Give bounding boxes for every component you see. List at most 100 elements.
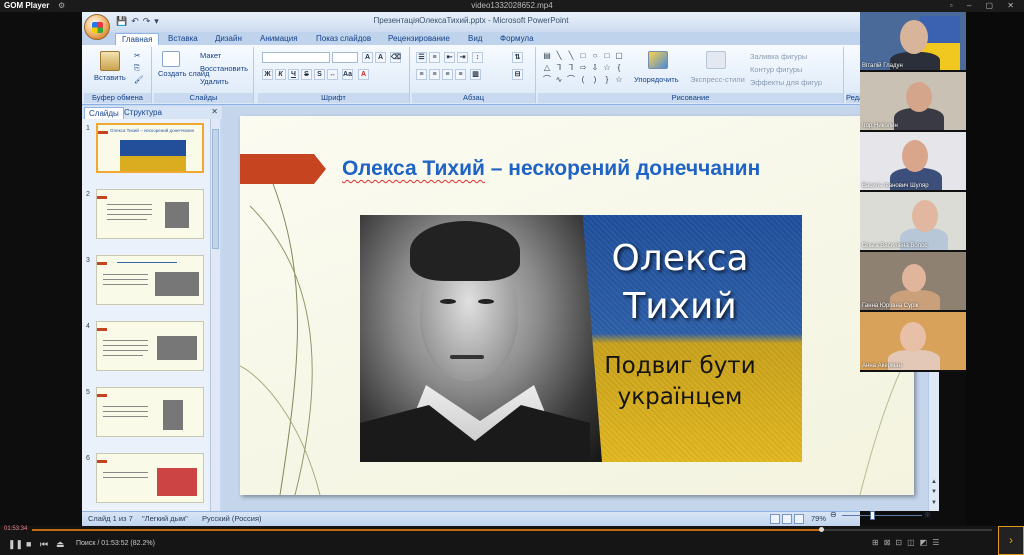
slideshow-view-icon[interactable] xyxy=(794,514,804,524)
shadow-icon[interactable]: S xyxy=(314,69,325,80)
participant-tile[interactable]: Ольга Василівна Волос xyxy=(860,192,966,250)
spacing-icon[interactable]: ↔ xyxy=(327,69,338,80)
shape-line2-icon[interactable]: ╲ xyxy=(566,51,576,60)
justify-icon[interactable]: ≡ xyxy=(455,69,466,80)
pane-scrollbar[interactable] xyxy=(210,119,220,511)
tab-design[interactable]: Дизайн xyxy=(215,33,242,45)
format-painter-icon[interactable]: 🖌 xyxy=(134,75,144,84)
grow-font-icon[interactable]: A xyxy=(362,52,373,63)
shape-bracket2-icon[interactable]: ) xyxy=(590,75,600,84)
shape-star-icon[interactable]: ☆ xyxy=(602,63,612,72)
align-text-icon[interactable]: ⊟ xyxy=(512,69,523,80)
paste-button[interactable]: Вставить xyxy=(94,73,126,82)
shape-line-icon[interactable]: ╲ xyxy=(554,51,564,60)
thumbnail-slide-6[interactable] xyxy=(96,453,204,503)
poster-image[interactable]: Олекса Тихий Подвиг бути українцем xyxy=(360,215,802,462)
shape-curve-icon[interactable]: ⌒ xyxy=(542,75,552,84)
tab-review[interactable]: Рецензирование xyxy=(388,33,450,45)
zoom-level[interactable]: 79% xyxy=(811,512,826,526)
tab-outline[interactable]: Структура xyxy=(120,107,166,119)
bullets-icon[interactable]: ☰ xyxy=(416,52,427,63)
tab-animation[interactable]: Анимация xyxy=(260,33,298,45)
participant-tile[interactable]: Ігор Николин xyxy=(860,72,966,130)
text-direction-icon[interactable]: ⇅ xyxy=(512,52,523,63)
quick-styles-button[interactable]: Экспресс-стили xyxy=(690,75,745,84)
shape-brace-icon[interactable]: { xyxy=(614,63,624,72)
shape-fill-button[interactable]: Заливка фигуры xyxy=(750,52,807,61)
shape-elbow2-icon[interactable]: ⅂ xyxy=(566,63,576,72)
reset-button[interactable]: Восстановить xyxy=(200,64,248,73)
prev-icon[interactable]: ⏮ xyxy=(40,539,48,550)
shape-textbox-icon[interactable]: ▤ xyxy=(542,51,552,60)
align-right-icon[interactable]: ≡ xyxy=(442,69,453,80)
seek-bar[interactable] xyxy=(32,527,992,532)
tab-home[interactable]: Главная xyxy=(115,33,160,45)
underline-icon[interactable]: Ч xyxy=(288,69,299,80)
open-icon[interactable]: ⏏ xyxy=(56,539,65,550)
bold-icon[interactable]: Ж xyxy=(262,69,273,80)
tab-insert[interactable]: Вставка xyxy=(168,33,198,45)
new-slide-icon[interactable] xyxy=(162,51,180,67)
shape-arrow2-icon[interactable]: ⇩ xyxy=(590,63,600,72)
line-spacing-icon[interactable]: ↕ xyxy=(472,52,483,63)
zoom-slider-knob[interactable] xyxy=(870,511,875,520)
thumbnail-slide-3[interactable] xyxy=(96,255,204,305)
tab-slideshow[interactable]: Показ слайдов xyxy=(316,33,371,45)
font-size-combo[interactable] xyxy=(332,52,358,63)
thumbnail-slide-4[interactable] xyxy=(96,321,204,371)
layout-button[interactable]: Макет xyxy=(200,51,221,60)
increase-indent-icon[interactable]: ⇥ xyxy=(457,52,468,63)
thumbnail-row[interactable]: 4 xyxy=(86,321,206,373)
slide-canvas[interactable]: Олекса Тихий – нескорений донеччанин Оле… xyxy=(240,116,914,495)
thumbnail-row[interactable]: 3 xyxy=(86,255,206,307)
thumbnail-slide-1[interactable]: Олекса Тихий – нескорений донеччанин xyxy=(96,123,204,173)
shape-rect-icon[interactable]: □ xyxy=(578,51,588,60)
pane-scroll-thumb[interactable] xyxy=(212,129,219,249)
shape-elbow-icon[interactable]: ⅂ xyxy=(554,63,564,72)
player-tool-icons[interactable]: ⊞⊠⊡◫◩☰ xyxy=(872,538,944,547)
shape-curve3-icon[interactable]: ⌒ xyxy=(566,75,576,84)
sorter-view-icon[interactable] xyxy=(782,514,792,524)
thumbnail-row[interactable]: 2 xyxy=(86,189,206,241)
shape-rounded-icon[interactable]: ▢ xyxy=(614,51,624,60)
cut-icon[interactable]: ✂ xyxy=(134,51,140,60)
strike-icon[interactable]: S xyxy=(301,69,312,80)
shape-triangle-icon[interactable]: △ xyxy=(542,63,552,72)
scroll-up-double-icon[interactable]: ▲ xyxy=(930,478,938,486)
shape-curve2-icon[interactable]: ∿ xyxy=(554,75,564,84)
align-left-icon[interactable]: ≡ xyxy=(416,69,427,80)
participant-tile[interactable]: Анна Акерман xyxy=(860,312,966,370)
copy-icon[interactable]: ⎘ xyxy=(134,63,140,73)
pause-icon[interactable]: ❚❚ xyxy=(8,539,23,550)
language[interactable]: Русский (Россия) xyxy=(202,512,262,526)
quick-styles-icon[interactable] xyxy=(706,51,726,69)
italic-icon[interactable]: К xyxy=(275,69,286,80)
zoom-in-icon[interactable]: ⊕ xyxy=(924,511,932,519)
thumbnail-row[interactable]: 1 Олекса Тихий – нескорений донеччанин xyxy=(86,123,206,175)
participant-tile[interactable]: Ганна Юріївна Сурік xyxy=(860,252,966,310)
shrink-font-icon[interactable]: A xyxy=(375,52,386,63)
thumbnail-row[interactable]: 6 xyxy=(86,453,206,505)
thumbnail-slide-2[interactable] xyxy=(96,189,204,239)
numbering-icon[interactable]: ≡ xyxy=(429,52,440,63)
participant-tile[interactable]: Василь Іванович Шуляр xyxy=(860,132,966,190)
arrange-button[interactable]: Упорядочить xyxy=(634,75,679,84)
player-window-controls[interactable]: ▫ – ▢ ✕ xyxy=(950,0,1020,12)
shape-effects-button[interactable]: Эффекты для фигур xyxy=(750,78,822,87)
thumbnail-row[interactable]: 5 xyxy=(86,387,206,439)
align-center-icon[interactable]: ≡ xyxy=(429,69,440,80)
zoom-out-icon[interactable]: ⊖ xyxy=(830,511,838,519)
tab-slides[interactable]: Слайды xyxy=(84,107,124,119)
clear-format-icon[interactable]: ⌫ xyxy=(390,52,401,63)
shape-arrow-icon[interactable]: ⇨ xyxy=(578,63,588,72)
scroll-down-icon[interactable]: ▼ xyxy=(930,499,938,507)
shape-brace2-icon[interactable]: } xyxy=(602,75,612,84)
font-name-combo[interactable] xyxy=(262,52,330,63)
seek-knob[interactable] xyxy=(819,527,825,532)
office-button[interactable] xyxy=(84,14,110,40)
shape-oval-icon[interactable]: ○ xyxy=(590,51,600,60)
zoom-slider[interactable] xyxy=(842,511,922,520)
shape-bracket-icon[interactable]: ( xyxy=(578,75,588,84)
normal-view-icon[interactable] xyxy=(770,514,780,524)
tab-view[interactable]: Вид xyxy=(468,33,482,45)
